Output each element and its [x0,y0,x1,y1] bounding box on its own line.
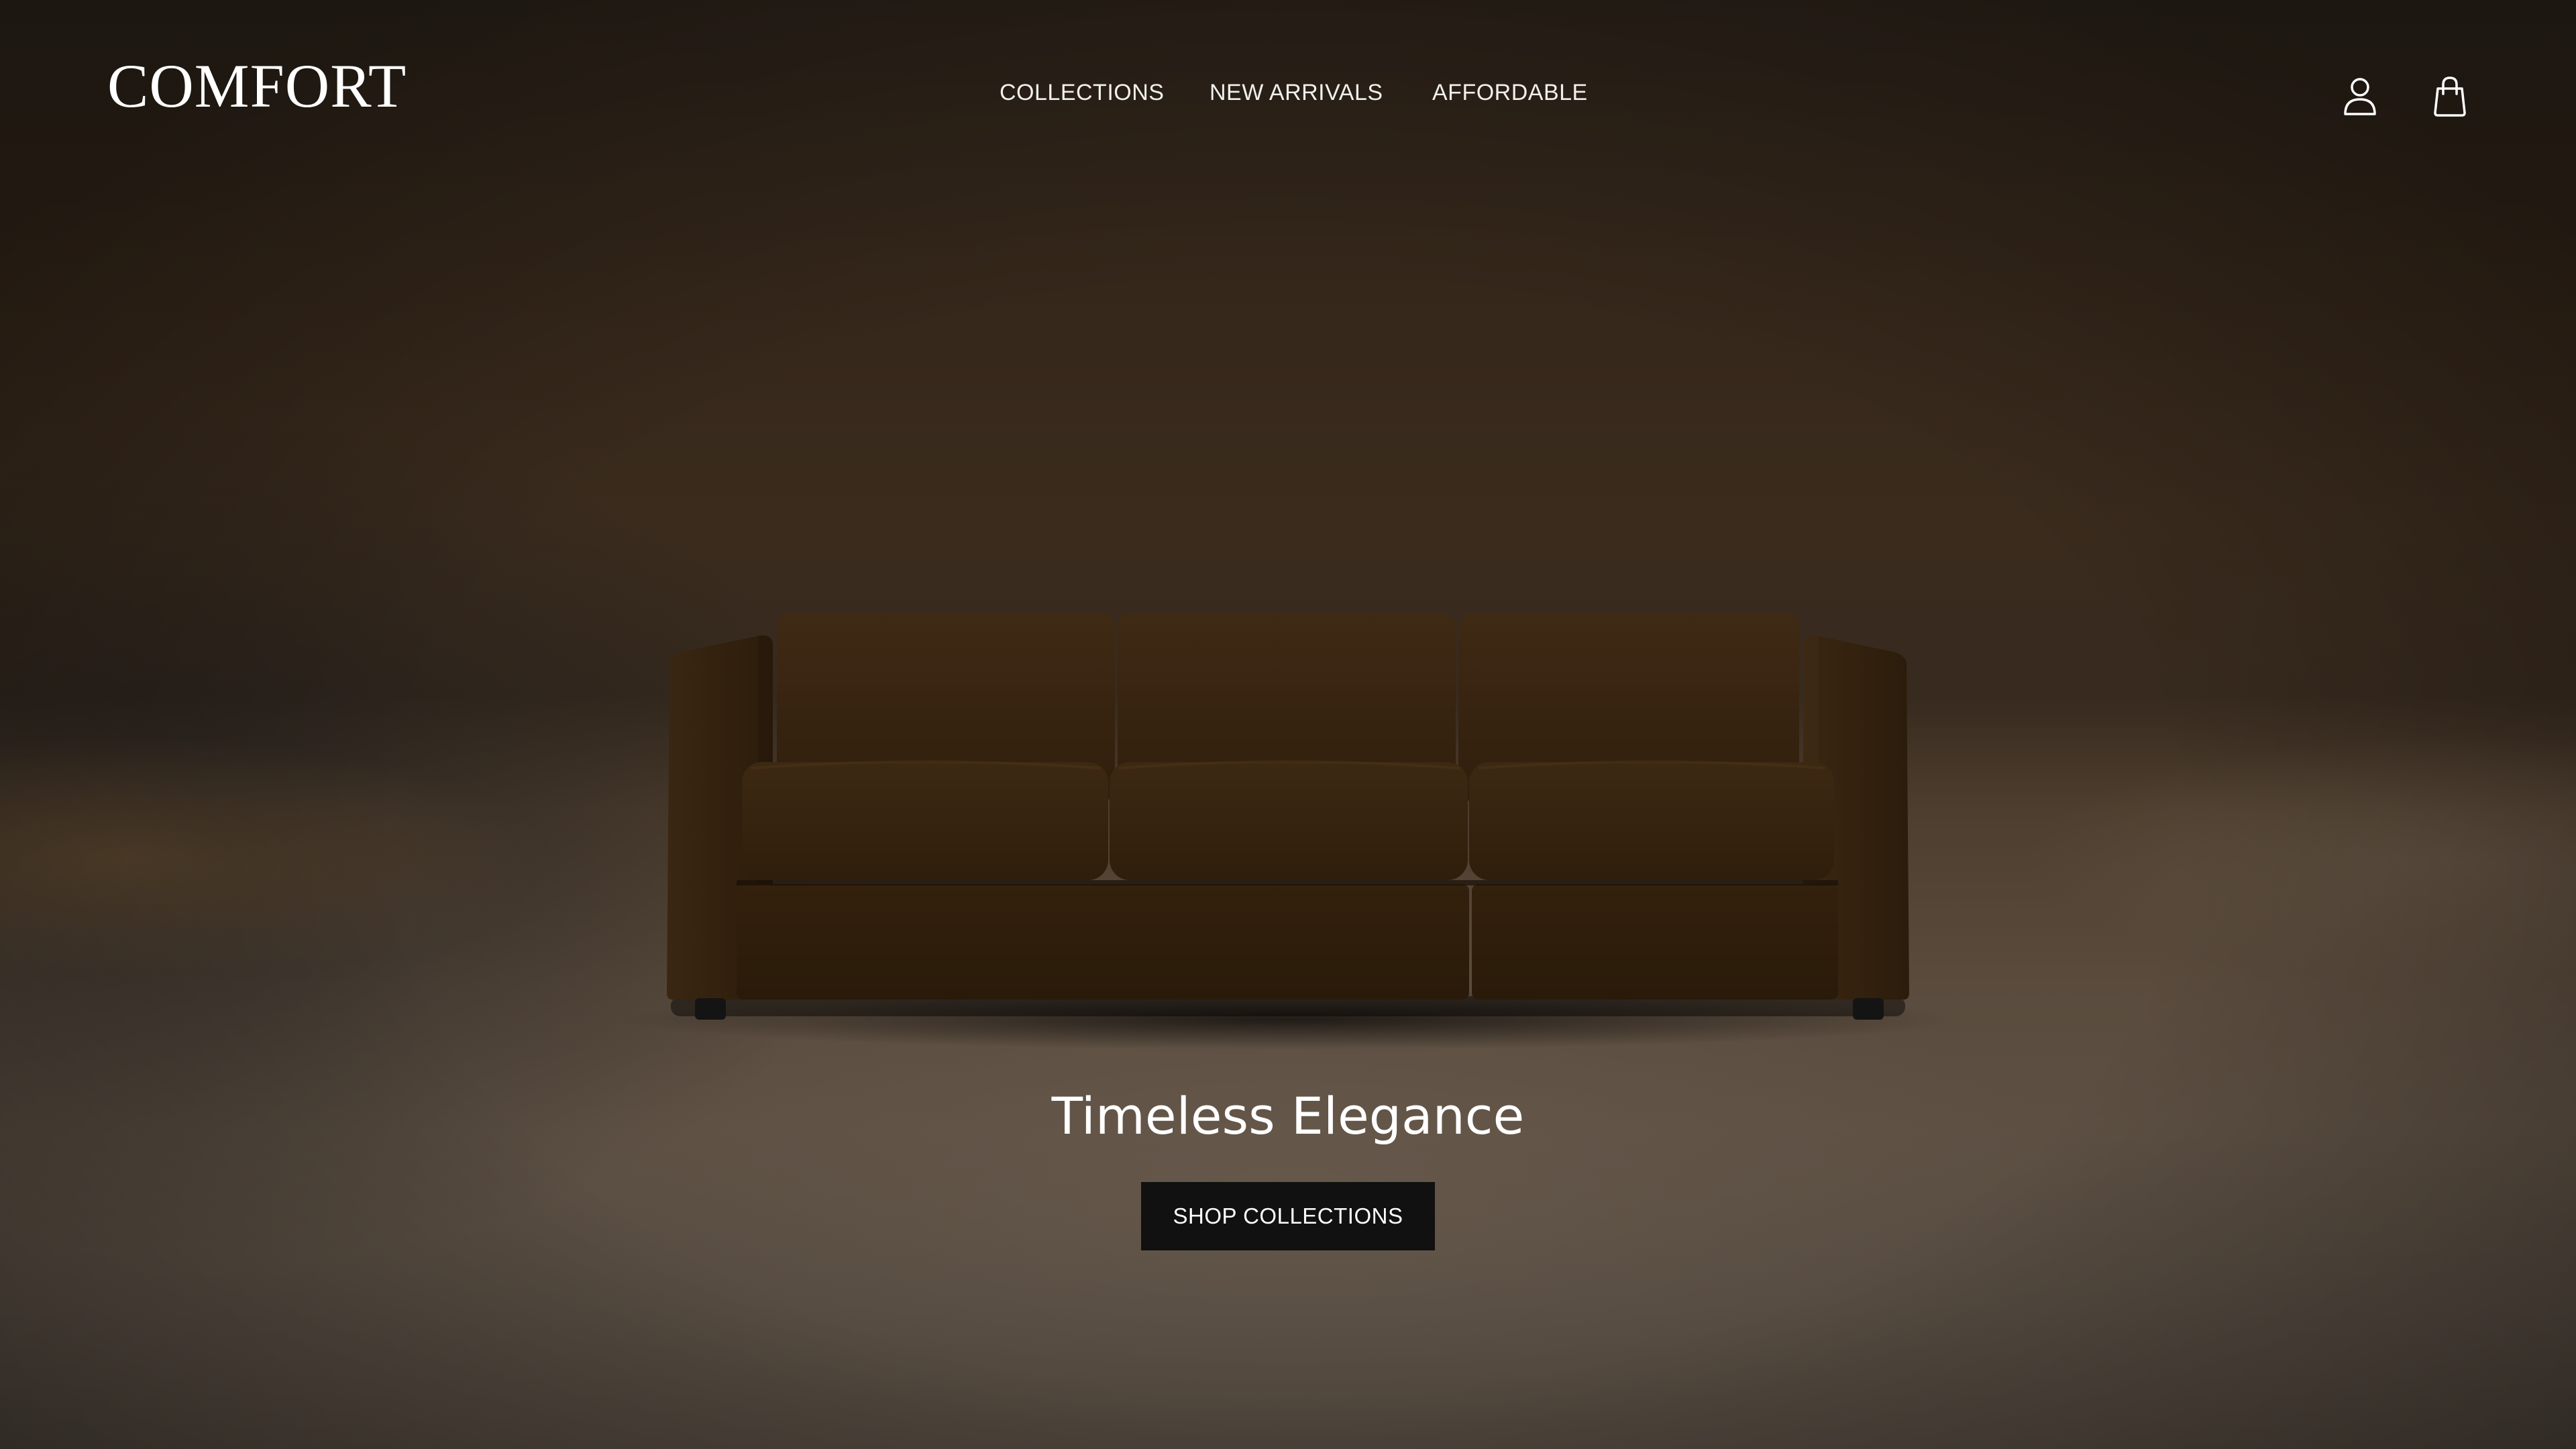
shopping-bag-icon[interactable] [2430,75,2470,118]
shop-collections-button[interactable]: SHOP COLLECTIONS [1141,1182,1435,1250]
logo[interactable]: COMFORT [107,55,407,117]
nav-collections[interactable]: COLLECTIONS [1000,79,1164,107]
nav-new-arrivals[interactable]: NEW ARRIVALS [1210,79,1383,107]
user-icon[interactable] [2340,75,2380,118]
hero-title: Timeless Elegance [1051,1086,1525,1146]
nav-affordable[interactable]: AFFORDABLE [1432,79,1588,107]
sofa-image [617,604,1959,1050]
hero-section: COMFORT COLLECTIONS NEW ARRIVALS AFFORDA… [0,0,2576,1449]
site-header: COMFORT COLLECTIONS NEW ARRIVALS AFFORDA… [0,0,2576,195]
